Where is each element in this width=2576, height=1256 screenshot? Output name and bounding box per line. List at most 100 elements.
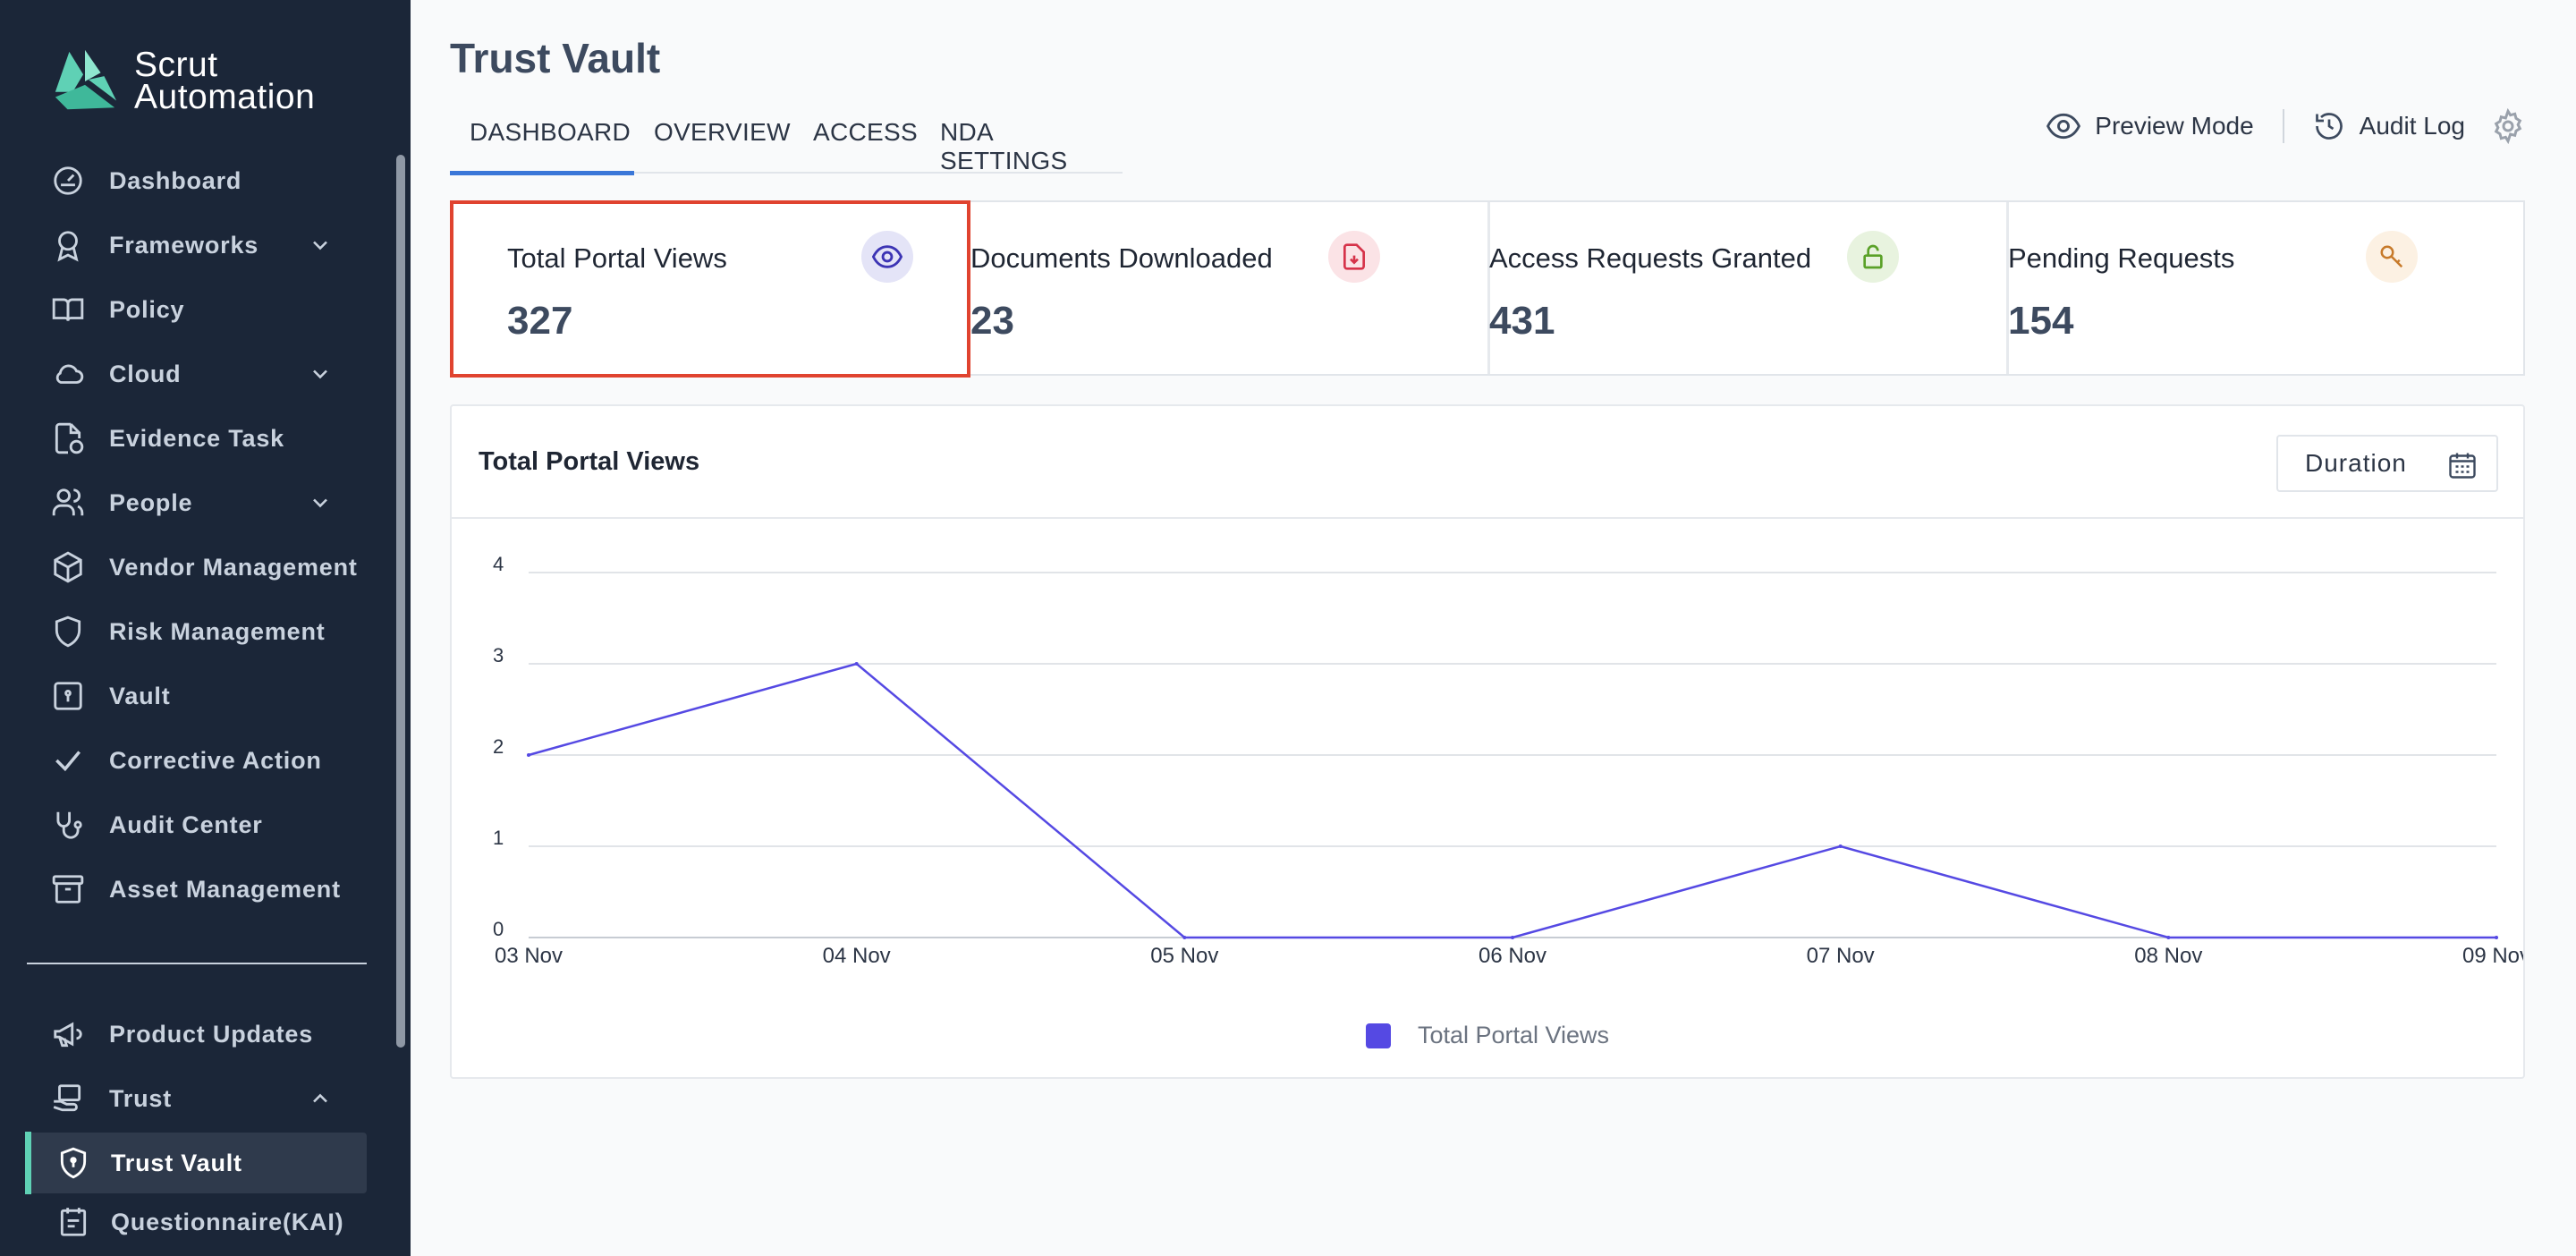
y-tick-label: 1 <box>493 827 504 849</box>
brand-line-1: Scrut <box>134 46 218 84</box>
brand-line-2: Automation <box>134 78 316 116</box>
sidebar-item-label: People <box>109 488 193 516</box>
sidebar-item-corrective-action[interactable]: Corrective Action <box>25 732 367 789</box>
shield-lock-icon <box>55 1145 91 1181</box>
stat-value: 327 <box>507 299 573 343</box>
vault-icon <box>50 678 86 714</box>
sidebar-item-label: Corrective Action <box>109 746 322 774</box>
award-icon <box>50 227 86 263</box>
chart-panel-header: Total Portal Views Duration <box>452 406 2523 519</box>
x-tick-label: 03 Nov <box>495 944 563 968</box>
sidebar-item-vault[interactable]: Vault <box>25 667 367 725</box>
stat-card-total-portal-views[interactable]: Total Portal Views 327 <box>450 200 970 378</box>
stat-title: Pending Requests <box>2008 242 2235 274</box>
y-tick-label: 4 <box>493 553 504 575</box>
scrut-logo[interactable]: Scrut Automation <box>50 47 315 116</box>
archive-icon <box>50 871 86 907</box>
document-check-icon <box>50 420 86 456</box>
y-tick-label: 3 <box>493 644 504 666</box>
data-point <box>1511 936 1514 939</box>
stats-row: Total Portal Views 327 Documents Downloa… <box>450 200 2525 378</box>
audit-log-button[interactable]: Audit Log <box>2313 110 2465 142</box>
sidebar-item-label: Trust Vault <box>111 1149 242 1176</box>
scrut-logo-icon <box>55 49 117 110</box>
sidebar-item-label: Dashboard <box>109 166 242 194</box>
preview-mode-button[interactable]: Preview Mode <box>2046 109 2254 143</box>
tab-dashboard[interactable]: DASHBOARD <box>450 118 634 175</box>
megaphone-icon <box>50 1016 86 1052</box>
sidebar-item-label: Product Updates <box>109 1020 314 1048</box>
sidebar-item-label: Questionnaire(KAI) <box>111 1208 344 1235</box>
sidebar-item-frameworks[interactable]: Frameworks <box>25 216 367 274</box>
gear-icon[interactable] <box>2490 108 2526 144</box>
sidebar-item-label: Asset Management <box>109 875 341 903</box>
sidebar-item-policy[interactable]: Policy <box>25 281 367 338</box>
unlock-icon <box>1847 231 1899 283</box>
line-chart: 0 1 2 3 4 03 Nov 04 Nov 05 Nov 06 Nov 07 Nov 08 No… <box>493 553 2523 968</box>
shield-icon <box>50 614 86 649</box>
brand-name: Scrut Automation <box>134 46 316 116</box>
sidebar-item-label: Evidence Task <box>109 424 284 452</box>
sidebar-scrollbar[interactable] <box>396 155 405 1048</box>
tab-label: ACCESS <box>813 118 918 146</box>
chevron-down-icon[interactable] <box>308 233 333 258</box>
key-icon <box>2366 231 2418 283</box>
people-icon <box>50 485 86 521</box>
chart-panel: Total Portal Views Duration 0 1 2 3 4 03 Nov 0… <box>450 404 2525 1079</box>
tab-overview[interactable]: OVERVIEW <box>654 118 791 174</box>
tab-label: OVERVIEW <box>654 118 791 146</box>
tab-label: DASHBOARD <box>470 118 631 146</box>
sidebar-item-label: Risk Management <box>109 617 326 645</box>
stat-value: 23 <box>970 299 1014 343</box>
sidebar-item-dashboard[interactable]: Dashboard <box>25 152 367 209</box>
preview-mode-label: Preview Mode <box>2095 112 2254 140</box>
action-separator <box>2282 109 2284 143</box>
sidebar-divider <box>27 963 367 964</box>
main-content: Trust Vault DASHBOARD OVERVIEW ACCESS ND… <box>411 0 2576 1256</box>
sidebar-item-asset-management[interactable]: Asset Management <box>25 861 367 918</box>
calendar-icon <box>2449 453 2476 479</box>
stat-card-pending-requests[interactable]: Pending Requests 154 <box>2008 202 2523 374</box>
sidebar-item-label: Frameworks <box>109 231 259 259</box>
chevron-down-icon[interactable] <box>308 361 333 386</box>
sidebar-item-audit-center[interactable]: Audit Center <box>25 796 367 853</box>
data-point <box>1838 844 1843 848</box>
page-title: Trust Vault <box>450 35 661 81</box>
sidebar-item-label: Trust <box>109 1084 173 1112</box>
eye-icon <box>2046 113 2081 140</box>
data-point <box>527 753 530 757</box>
sidebar-item-trust[interactable]: Trust <box>25 1070 367 1127</box>
sidebar-item-people[interactable]: People <box>25 474 367 531</box>
book-icon <box>50 292 86 327</box>
y-tick-label: 2 <box>493 735 504 758</box>
sidebar-item-label: Cloud <box>109 360 182 387</box>
stat-title: Total Portal Views <box>507 242 727 274</box>
sidebar-item-label: Audit Center <box>109 810 263 838</box>
chevron-down-icon[interactable] <box>308 490 333 515</box>
duration-button[interactable]: Duration <box>2276 435 2498 492</box>
sidebar-item-vendor-management[interactable]: Vendor Management <box>25 539 367 596</box>
stat-card-documents-downloaded[interactable]: Documents Downloaded 23 <box>970 202 1489 374</box>
trust-hand-icon <box>50 1081 86 1116</box>
cube-icon <box>50 549 86 585</box>
stethoscope-icon <box>50 807 86 843</box>
data-point <box>2166 936 2171 939</box>
series-line <box>528 662 2496 939</box>
sidebar-item-risk-management[interactable]: Risk Management <box>25 603 367 660</box>
sidebar-item-questionnaire[interactable]: Questionnaire(KAI) <box>25 1193 367 1251</box>
header-actions: Preview Mode Audit Log <box>2046 104 2526 149</box>
sidebar-item-product-updates[interactable]: Product Updates <box>25 1006 367 1063</box>
stat-value: 154 <box>2008 299 2074 343</box>
chart-legend: Total Portal Views <box>452 1022 2523 1049</box>
x-tick-label: 06 Nov <box>1479 944 1546 968</box>
stat-card-access-requests-granted[interactable]: Access Requests Granted 431 <box>1489 202 2006 374</box>
chevron-up-icon[interactable] <box>308 1086 333 1111</box>
sidebar-item-cloud[interactable]: Cloud <box>25 345 367 403</box>
legend-swatch[interactable] <box>1365 1023 1391 1048</box>
sidebar: Scrut Automation Dashboard Frameworks Po… <box>0 0 411 1256</box>
sidebar-item-trust-vault[interactable]: Trust Vault <box>25 1133 367 1193</box>
sidebar-item-label: Vault <box>109 682 171 709</box>
tab-access[interactable]: ACCESS <box>813 118 918 174</box>
tab-nda-settings[interactable]: NDA SETTINGS <box>940 118 1123 174</box>
sidebar-item-evidence-task[interactable]: Evidence Task <box>25 410 367 467</box>
